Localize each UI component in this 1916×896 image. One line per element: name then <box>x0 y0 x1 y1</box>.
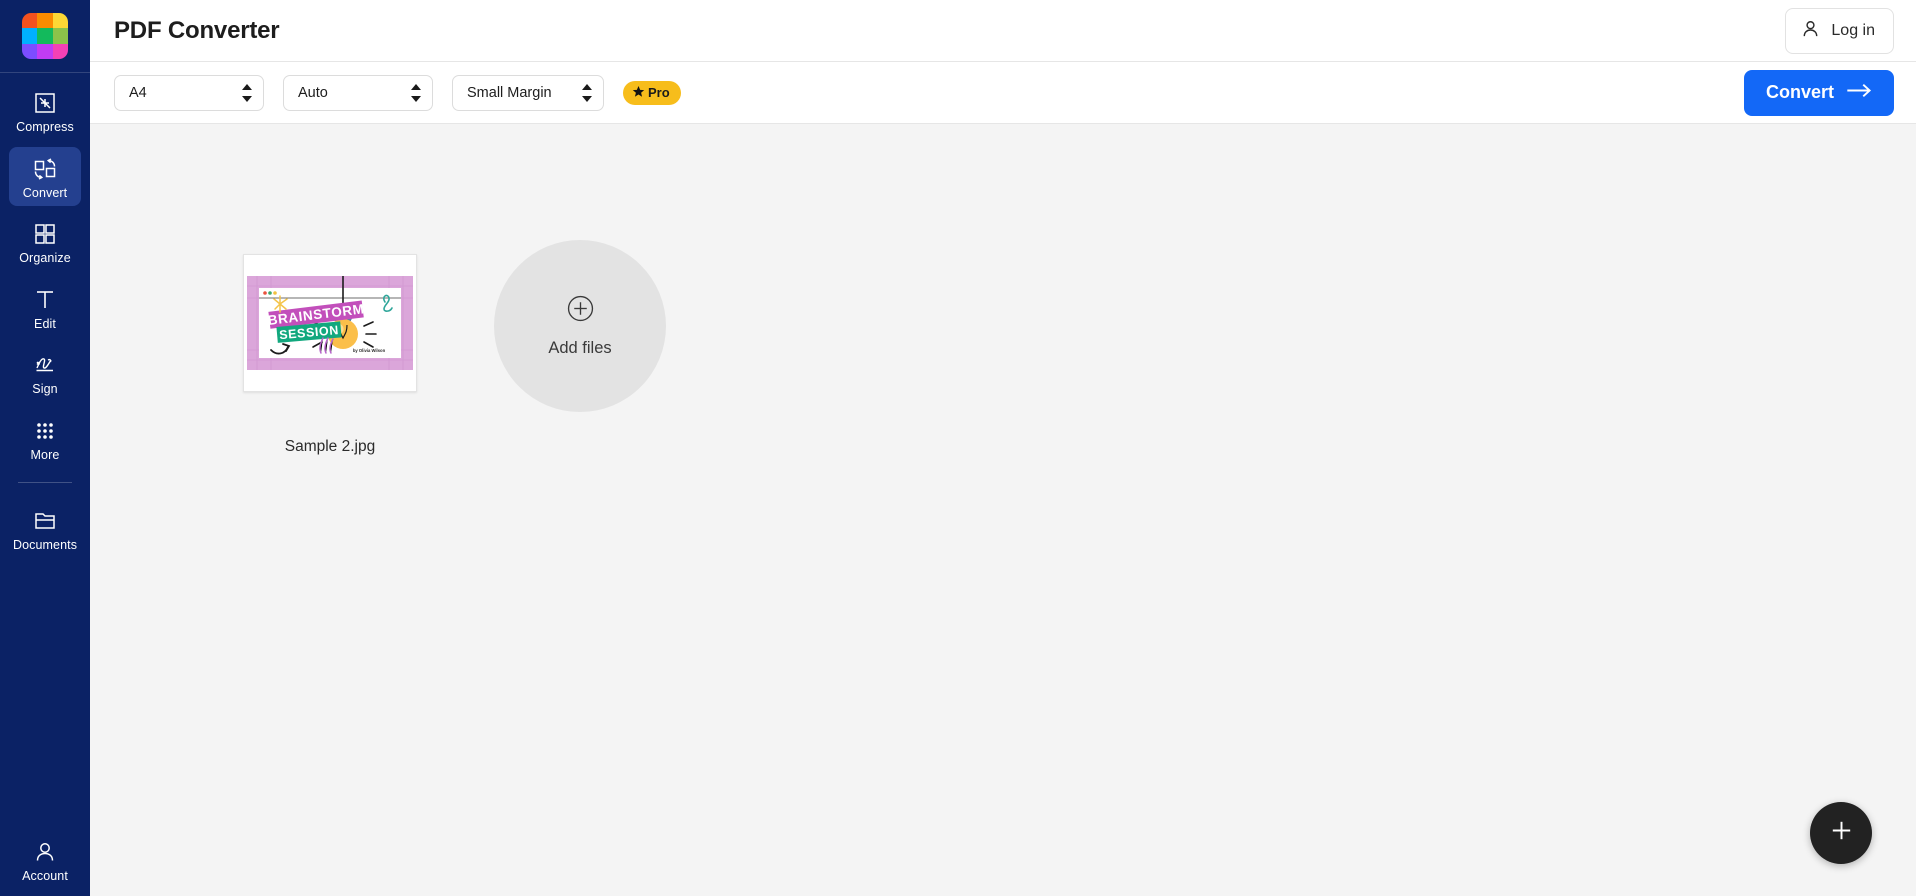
file-list: BRAINSTORM SESSION by Olivia Wilson Samp… <box>90 124 1916 456</box>
app-root: Compress Convert Organize Edit Sign More… <box>0 0 1916 896</box>
account-icon <box>32 839 58 865</box>
pro-badge-label: Pro <box>648 85 670 100</box>
add-fab[interactable] <box>1810 802 1872 864</box>
add-files-button[interactable]: Add files <box>494 240 666 412</box>
user-icon <box>1800 18 1821 44</box>
file-thumbnail[interactable]: BRAINSTORM SESSION by Olivia Wilson <box>243 254 417 392</box>
app-logo <box>22 13 68 59</box>
sidebar-item-convert[interactable]: Convert <box>9 146 81 206</box>
svg-text:by Olivia Wilson: by Olivia Wilson <box>353 348 386 353</box>
sidebar-item-edit[interactable]: Edit <box>9 278 81 338</box>
file-card[interactable]: BRAINSTORM SESSION by Olivia Wilson Samp… <box>240 254 420 456</box>
sidebar-item-more[interactable]: More <box>9 409 81 469</box>
plus-icon <box>1827 816 1856 850</box>
chevron-updown-icon <box>411 83 421 102</box>
sidebar-item-label: Sign <box>32 382 58 396</box>
orientation-select[interactable]: Auto <box>283 74 433 111</box>
sidebar-item-sign[interactable]: Sign <box>9 343 81 403</box>
toolbar-options-group: A4 Auto Small Margin Pro <box>114 74 681 111</box>
main-area: PDF Converter Log in A4 Auto Small Margi… <box>90 0 1916 896</box>
sidebar-item-label: Edit <box>34 316 56 331</box>
sidebar-item-organize[interactable]: Organize <box>9 212 81 272</box>
add-files-label: Add files <box>548 338 612 357</box>
brainstorm-session-artwork: BRAINSTORM SESSION by Olivia Wilson <box>247 276 413 370</box>
convert-icon <box>32 156 58 182</box>
sidebar-divider <box>18 482 72 483</box>
sidebar-item-documents[interactable]: Documents <box>9 499 81 559</box>
sidebar-item-label: More <box>30 447 60 462</box>
documents-icon <box>32 508 58 534</box>
sidebar-nav: Compress Convert Organize Edit Sign More… <box>0 73 90 565</box>
page-title: PDF Converter <box>114 16 280 44</box>
login-button-label: Log in <box>1831 21 1875 39</box>
convert-button-label: Convert <box>1765 82 1834 102</box>
star-icon <box>632 85 645 101</box>
file-name: Sample 2.jpg <box>284 438 376 455</box>
top-header: PDF Converter Log in <box>90 0 1916 62</box>
sidebar-item-label: Organize <box>19 251 71 265</box>
page-size-value: A4 <box>129 84 147 101</box>
sidebar-item-label: Account <box>22 868 68 883</box>
sidebar-item-account[interactable]: Account <box>9 839 81 883</box>
margin-select[interactable]: Small Margin <box>452 74 604 111</box>
workspace: BRAINSTORM SESSION by Olivia Wilson Samp… <box>90 124 1916 896</box>
edit-icon <box>32 287 58 313</box>
arrow-right-icon <box>1846 82 1872 104</box>
sidebar-item-label: Compress <box>16 120 74 134</box>
login-button[interactable]: Log in <box>1785 7 1894 54</box>
compress-icon <box>32 90 58 116</box>
more-icon <box>32 418 58 444</box>
sidebar: Compress Convert Organize Edit Sign More… <box>0 0 90 896</box>
organize-icon <box>32 221 58 247</box>
plus-circle-icon <box>567 295 594 327</box>
page-size-select[interactable]: A4 <box>114 74 264 111</box>
chevron-updown-icon <box>242 83 252 102</box>
sidebar-item-label: Convert <box>22 185 68 200</box>
chevron-updown-icon <box>582 83 592 102</box>
sign-icon <box>32 352 58 378</box>
convert-button[interactable]: Convert <box>1743 69 1894 116</box>
pro-badge[interactable]: Pro <box>623 80 681 105</box>
options-toolbar: A4 Auto Small Margin Pro Convert <box>90 62 1916 124</box>
orientation-value: Auto <box>298 84 328 101</box>
sidebar-item-compress[interactable]: Compress <box>9 81 81 141</box>
app-logo-wrap[interactable] <box>0 0 90 72</box>
margin-value: Small Margin <box>467 84 552 101</box>
sidebar-item-label: Documents <box>12 538 78 552</box>
